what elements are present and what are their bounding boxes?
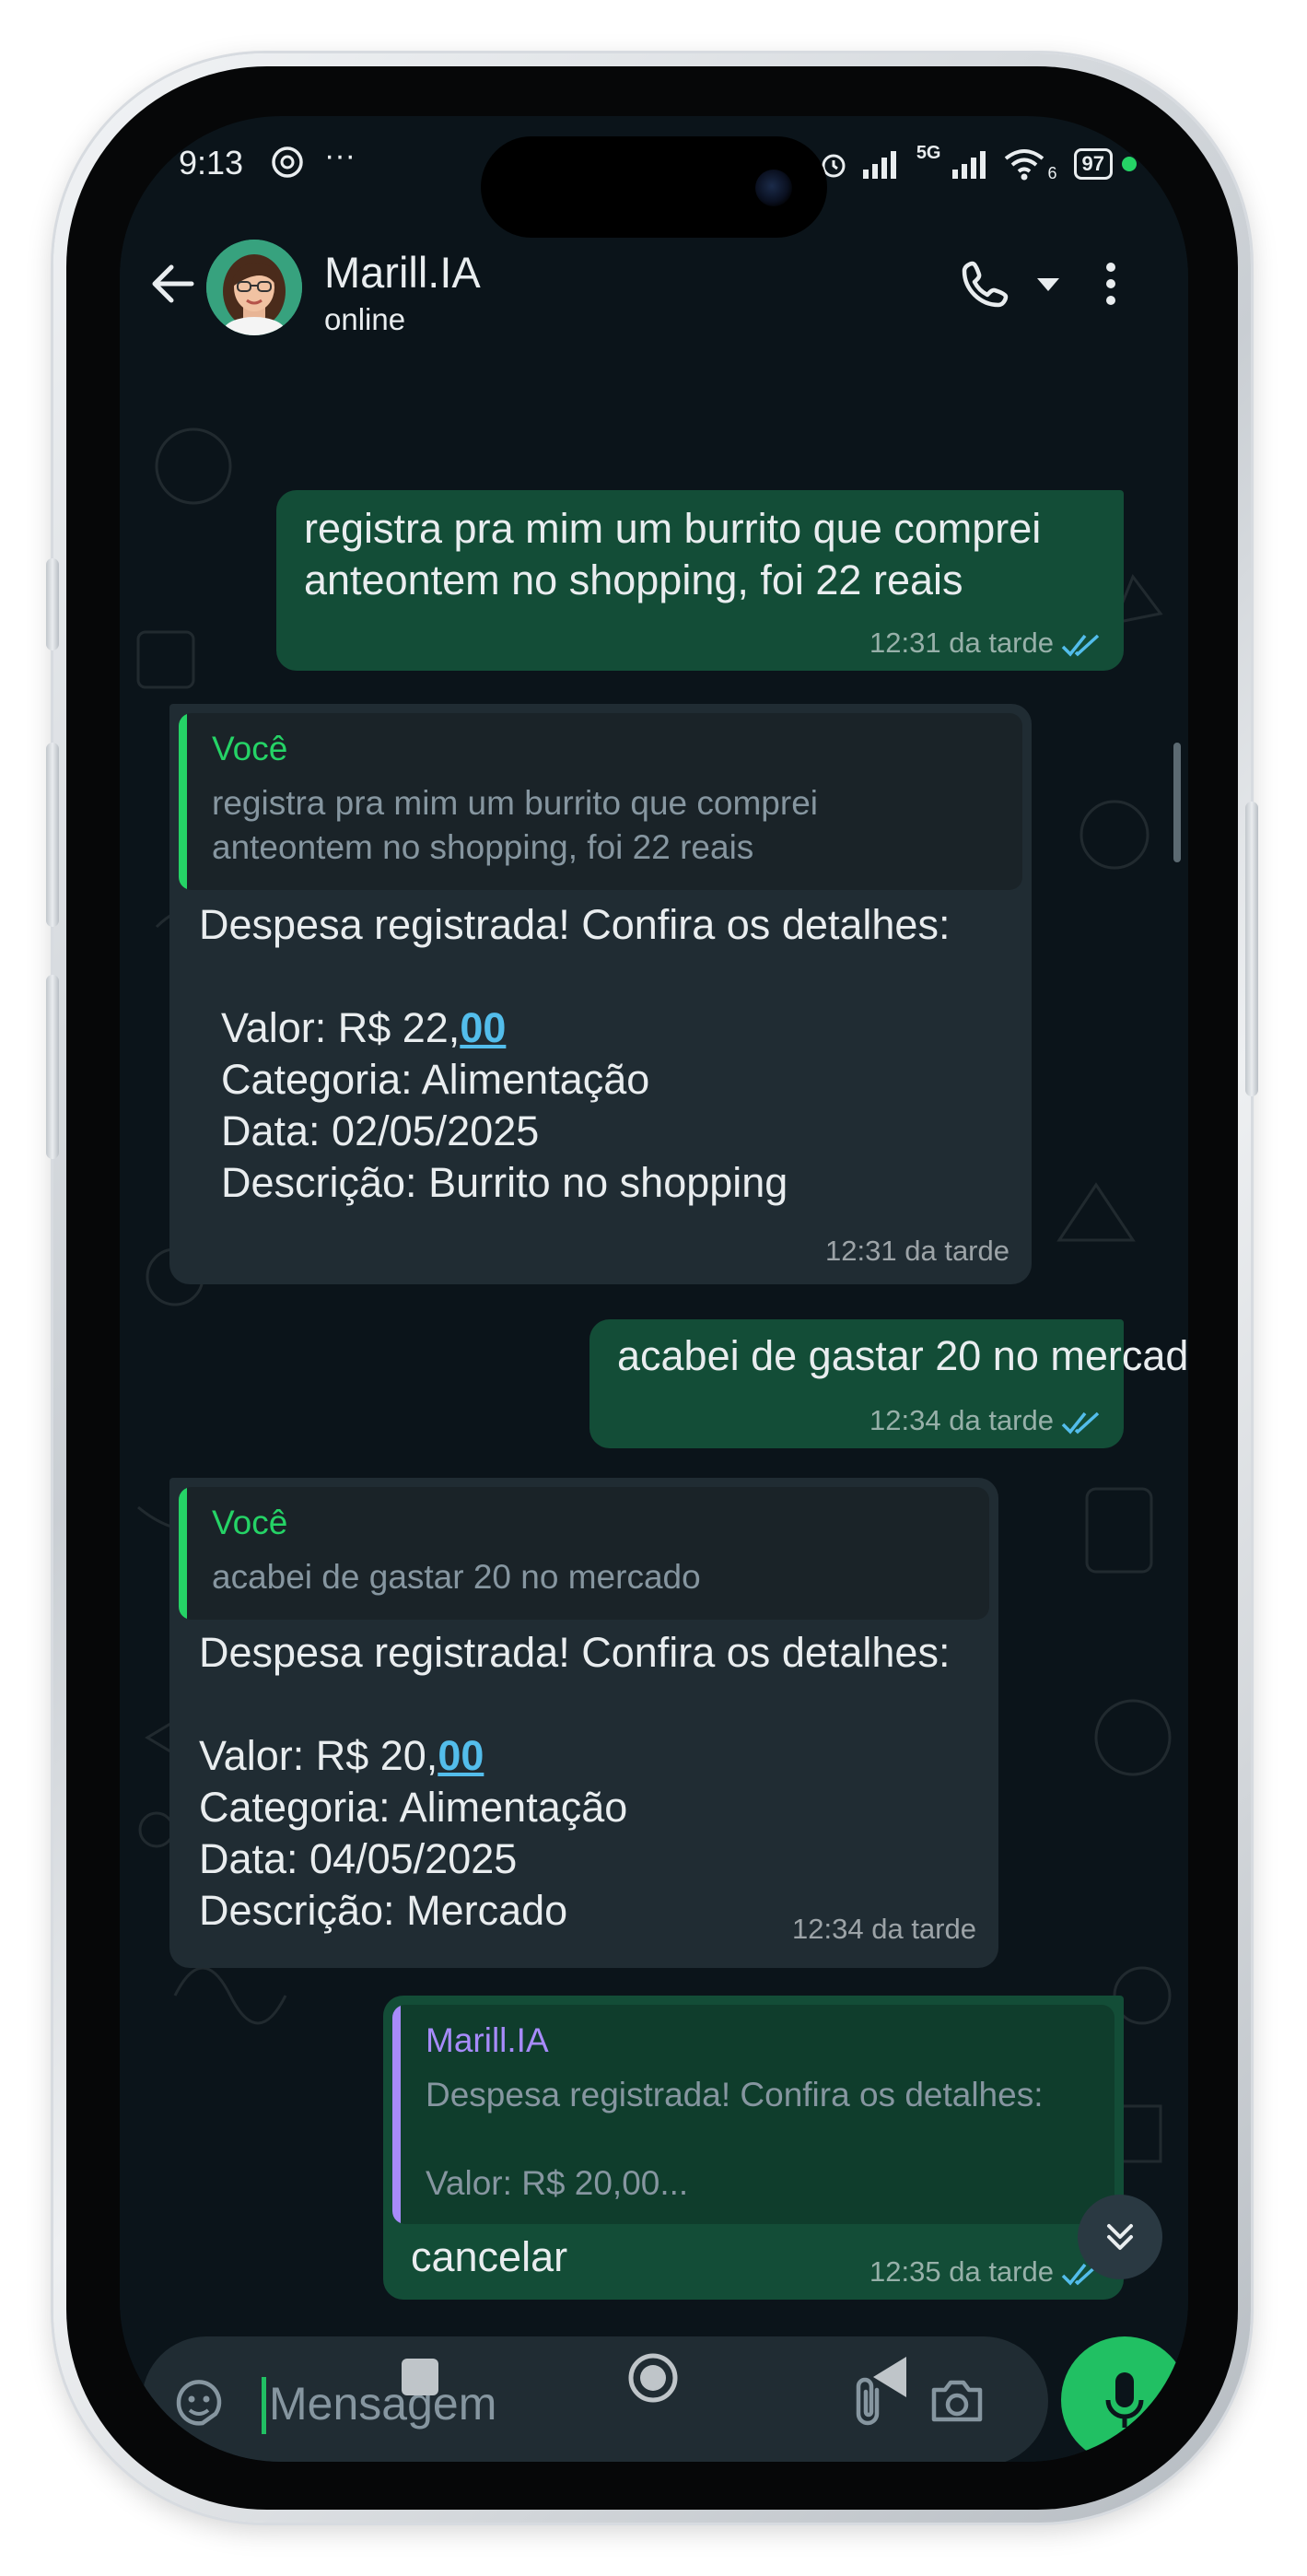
double-check-icon	[1061, 634, 1100, 657]
dynamic-island	[481, 136, 827, 238]
dropdown-icon[interactable]	[1030, 254, 1067, 313]
chat-header: Marill.IA online	[120, 217, 1188, 356]
message-time: 12:34 da tarde	[792, 1913, 976, 1945]
contact-name[interactable]: Marill.IA	[324, 247, 481, 298]
expense-description: Descrição: Burrito no shopping	[221, 1159, 788, 1206]
side-button-action	[46, 558, 59, 650]
value-prefix: Valor: R$ 20,	[199, 1732, 438, 1779]
contact-status: online	[324, 302, 406, 336]
scroll-down-button[interactable]	[1078, 2195, 1162, 2279]
message-text: cancelar	[411, 2233, 568, 2280]
status-right: 5G 6 97	[817, 142, 1137, 182]
more-vert-icon[interactable]	[1092, 254, 1129, 313]
quoted-message[interactable]: Você registra pra mim um burrito que com…	[179, 713, 1022, 890]
expense-category: Categoria: Alimentação	[199, 1784, 628, 1831]
message-time: 12:31 da tarde	[825, 1235, 1009, 1267]
wifi-icon	[1004, 149, 1044, 181]
message-meta: 12:35 da tarde	[869, 2255, 1103, 2289]
message-text-line: anteontem no shopping, foi 22 reais	[304, 556, 963, 603]
system-navigation-bar	[120, 2340, 1188, 2451]
message-outgoing[interactable]: registra pra mim um burrito que comprei …	[276, 490, 1124, 671]
signal-icon-2	[951, 151, 986, 179]
more-notifications-icon: ···	[324, 138, 356, 173]
wifi-band: 6	[1047, 163, 1057, 182]
chat-area[interactable]: registra pra mim um burrito que comprei …	[120, 356, 1188, 2309]
message-meta: 12:34 da tarde	[869, 1404, 1103, 1437]
quote-bar	[179, 1487, 187, 1620]
side-button-volume-down	[46, 975, 59, 1159]
quoted-message[interactable]: Você acabei de gastar 20 no mercado	[179, 1487, 989, 1620]
battery-indicator: 97	[1073, 148, 1113, 180]
message-intro: Despesa registrada! Confira os detalhes:	[199, 1629, 951, 1676]
message-time: 12:34 da tarde	[869, 1404, 1054, 1436]
network-type: 5G	[916, 142, 941, 163]
nav-square-icon[interactable]	[398, 2355, 442, 2399]
quote-author: Marill.IA	[426, 2021, 549, 2059]
side-button-volume-up	[46, 743, 59, 927]
value-cents-link[interactable]: 00	[460, 1004, 506, 1051]
scroll-down-icon	[1107, 2224, 1133, 2250]
phone-screen: 9:13 ··· 5G 6 97 Marill.IA online regist…	[120, 116, 1188, 2462]
quote-text-line: Valor: R$ 20,00...	[426, 2164, 689, 2202]
message-outgoing[interactable]: Marill.IA Despesa registrada! Confira os…	[383, 1996, 1124, 2300]
message-text-line: registra pra mim um burrito que comprei	[304, 505, 1042, 552]
nav-back-icon[interactable]	[868, 2353, 916, 2401]
message-intro: Despesa registrada! Confira os detalhes:	[199, 901, 951, 948]
expense-category: Categoria: Alimentação	[221, 1056, 650, 1103]
side-button-power	[1245, 802, 1258, 1096]
quote-text-line: registra pra mim um burrito que comprei	[212, 784, 818, 822]
expense-date: Data: 04/05/2025	[199, 1835, 518, 1882]
double-check-icon	[1061, 1411, 1100, 1434]
camera-lens	[755, 170, 792, 206]
expense-description: Descrição: Mercado	[199, 1887, 568, 1934]
expense-value: Valor: R$ 20,00	[199, 1730, 484, 1782]
quote-bar	[179, 713, 187, 890]
scrollbar[interactable]	[1173, 743, 1181, 862]
phone-icon[interactable]	[956, 254, 1015, 313]
quote-bar	[392, 2005, 401, 2224]
quoted-message[interactable]: Marill.IA Despesa registrada! Confira os…	[392, 2005, 1114, 2224]
value-prefix: Valor: R$ 22,	[221, 1004, 461, 1051]
avatar[interactable]	[206, 240, 302, 335]
privacy-dot	[1122, 157, 1137, 171]
message-incoming[interactable]: Você acabei de gastar 20 no mercado Desp…	[169, 1478, 998, 1968]
quote-text-line: acabei de gastar 20 no mercado	[212, 1558, 701, 1596]
threads-icon	[269, 144, 306, 189]
message-time: 12:35 da tarde	[869, 2255, 1054, 2288]
quote-text-line: anteontem no shopping, foi 22 reais	[212, 828, 754, 866]
message-outgoing[interactable]: acabei de gastar 20 no mercado 12:34 da …	[589, 1319, 1188, 1448]
expense-date: Data: 02/05/2025	[221, 1107, 540, 1154]
expense-value: Valor: R$ 22,00	[221, 1002, 506, 1054]
nav-home-icon[interactable]	[626, 2351, 680, 2405]
quote-author: Você	[212, 730, 288, 767]
message-meta: 12:31 da tarde	[869, 626, 1103, 660]
status-time: 9:13	[179, 144, 244, 181]
signal-icon	[862, 151, 896, 179]
quote-text-line: Despesa registrada! Confira os detalhes:	[426, 2076, 1044, 2113]
quote-author: Você	[212, 1504, 288, 1541]
arrow-back-icon[interactable]	[144, 254, 203, 313]
message-incoming[interactable]: Você registra pra mim um burrito que com…	[169, 704, 1032, 1284]
message-text-line: acabei de gastar 20 no mercado	[617, 1332, 1188, 1379]
message-time: 12:31 da tarde	[869, 626, 1054, 659]
value-cents-link[interactable]: 00	[438, 1732, 484, 1779]
